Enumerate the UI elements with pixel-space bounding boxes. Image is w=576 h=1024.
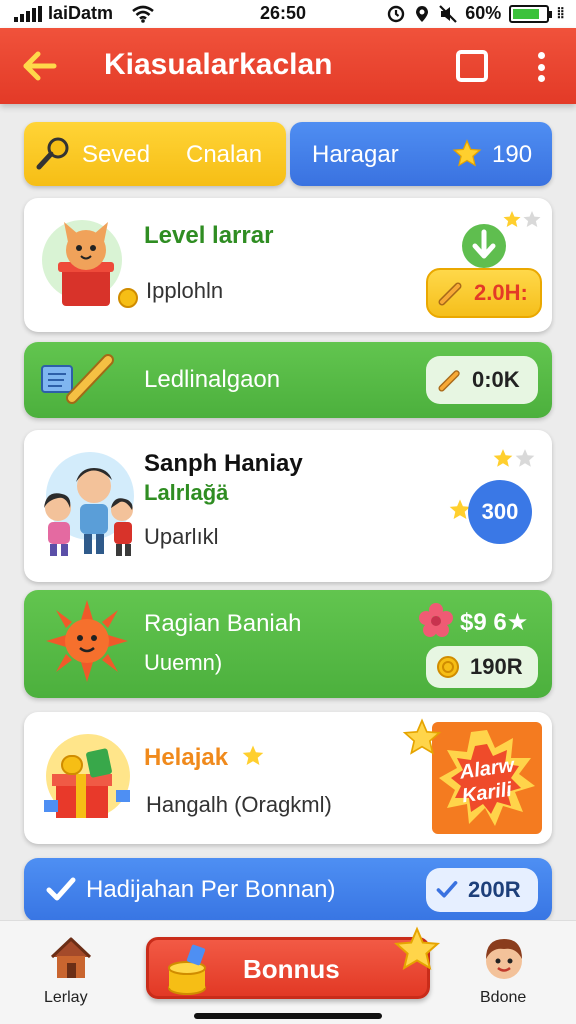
star-rating-icon: [503, 211, 541, 227]
wifi-icon: [132, 5, 154, 23]
card-title: Ragian Baniah: [144, 610, 302, 637]
card-subtitle: Hangalh (Oragkml): [146, 792, 332, 817]
star-icon: [402, 718, 442, 755]
arrow-left-icon[interactable]: [20, 46, 60, 86]
saved-label[interactable]: Seved: [82, 141, 150, 169]
level-card[interactable]: Level larrar Ipplohln 2.0H:: [24, 198, 552, 332]
vibrate-icon: ⦙⦙: [557, 5, 564, 22]
card-tag: Lalrlağä: [144, 480, 229, 505]
fox-mascot-icon: [42, 220, 138, 308]
time-badge-value: 2.0H:: [474, 280, 528, 305]
score-badge-value: 300: [481, 499, 519, 524]
card-subtitle: Uuemn): [144, 650, 223, 675]
home-indicator[interactable]: [194, 1013, 382, 1019]
coin-icon: [437, 656, 459, 678]
app-bar: Kiasualarkaclan: [0, 28, 576, 104]
bonus-button[interactable]: Bonnus: [146, 926, 441, 999]
bonus-label[interactable]: Bonnus: [243, 954, 340, 985]
square-icon[interactable]: [456, 50, 488, 82]
family-illustration-icon: [44, 452, 134, 556]
time-badge-value: 0:0K: [472, 367, 520, 392]
star-count: 190: [492, 141, 533, 168]
card-title: Sanph Haniay: [144, 450, 303, 477]
score-badge[interactable]: 300: [468, 480, 532, 544]
star-icon: [393, 926, 441, 971]
saved-chain-pill[interactable]: Seved Cnalan: [24, 122, 286, 186]
bonus-badge[interactable]: 200R: [426, 868, 538, 912]
signal-icon: [14, 5, 42, 22]
alarm-icon: [388, 5, 405, 22]
status-bar: IaiDatm 26:50 60% ⦙⦙: [0, 0, 576, 28]
status-right: 60% ⦙⦙: [387, 3, 564, 24]
card-title: Ledlinalgaon: [144, 366, 281, 393]
price-label: $9 6★: [460, 609, 529, 636]
nav-label-profile[interactable]: Bdone: [480, 989, 526, 1007]
mute-icon: [439, 4, 458, 23]
coin-stack-icon: [168, 944, 206, 995]
sun-mascot-icon: [46, 600, 128, 682]
location-icon: [416, 5, 429, 22]
promo-tile[interactable]: Alarw Karili: [432, 722, 542, 834]
download-icon[interactable]: [460, 222, 508, 270]
check-icon: [436, 881, 458, 898]
flower-icon: [419, 603, 453, 637]
gift-icon: [44, 734, 130, 818]
family-card[interactable]: Sanph Haniay Lalrlağä Uparlıkl 300: [24, 430, 552, 582]
card-subtitle: Uparlıkl: [144, 524, 219, 549]
card-title: Hadijahan Per Bonnan): [86, 876, 336, 903]
chain-label[interactable]: Cnalan: [186, 141, 262, 169]
book-pencil-icon: [41, 354, 114, 404]
clock: 26:50: [260, 3, 307, 23]
harvest-label[interactable]: Haragar: [312, 141, 399, 169]
harvest-pill[interactable]: Haragar 190: [290, 122, 552, 186]
carrier-group: IaiDatm: [14, 3, 155, 24]
ledlinal-card[interactable]: Ledlinalgaon 0:0K: [24, 342, 552, 418]
star-icon: [242, 745, 264, 765]
home-icon[interactable]: [48, 935, 94, 981]
pencil-icon: [438, 370, 460, 392]
time-badge[interactable]: 0:0K: [426, 356, 538, 404]
more-vertical-icon[interactable]: [528, 48, 554, 86]
star-rating-icon: [493, 449, 535, 467]
ragian-card[interactable]: Ragian Baniah Uuemn) $9 6★ 190R: [24, 590, 552, 698]
nav-label-home[interactable]: Lerlay: [44, 989, 88, 1007]
avatar-icon[interactable]: [480, 935, 528, 983]
star-icon: [452, 139, 482, 167]
check-icon: [46, 877, 76, 901]
card-title-text: Helajak: [144, 744, 229, 771]
page-title: Kiasualarkaclan: [104, 48, 333, 81]
battery-icon: [509, 4, 553, 23]
time-badge[interactable]: 2.0H:: [426, 268, 542, 318]
pencil-icon: [438, 282, 462, 306]
coin-badge[interactable]: 190R: [426, 646, 538, 688]
bottom-navigation: Lerlay Bonnus Bdone: [0, 920, 576, 1024]
card-subtitle: Ipplohln: [146, 278, 224, 303]
card-title: Helajak: [144, 744, 265, 772]
key-icon: [36, 137, 69, 170]
coin-badge-value: 190R: [470, 654, 523, 679]
card-title: Level larrar: [144, 222, 274, 249]
bonus-badge-value: 200R: [468, 877, 521, 902]
battery-percent: 60%: [465, 3, 502, 23]
bonus-row-card[interactable]: Hadijahan Per Bonnan) 200R: [24, 858, 552, 922]
carrier-name: IaiDatm: [48, 3, 114, 23]
helajak-card[interactable]: Helajak Hangalh (Oragkml) Alarw Karili: [24, 712, 552, 844]
